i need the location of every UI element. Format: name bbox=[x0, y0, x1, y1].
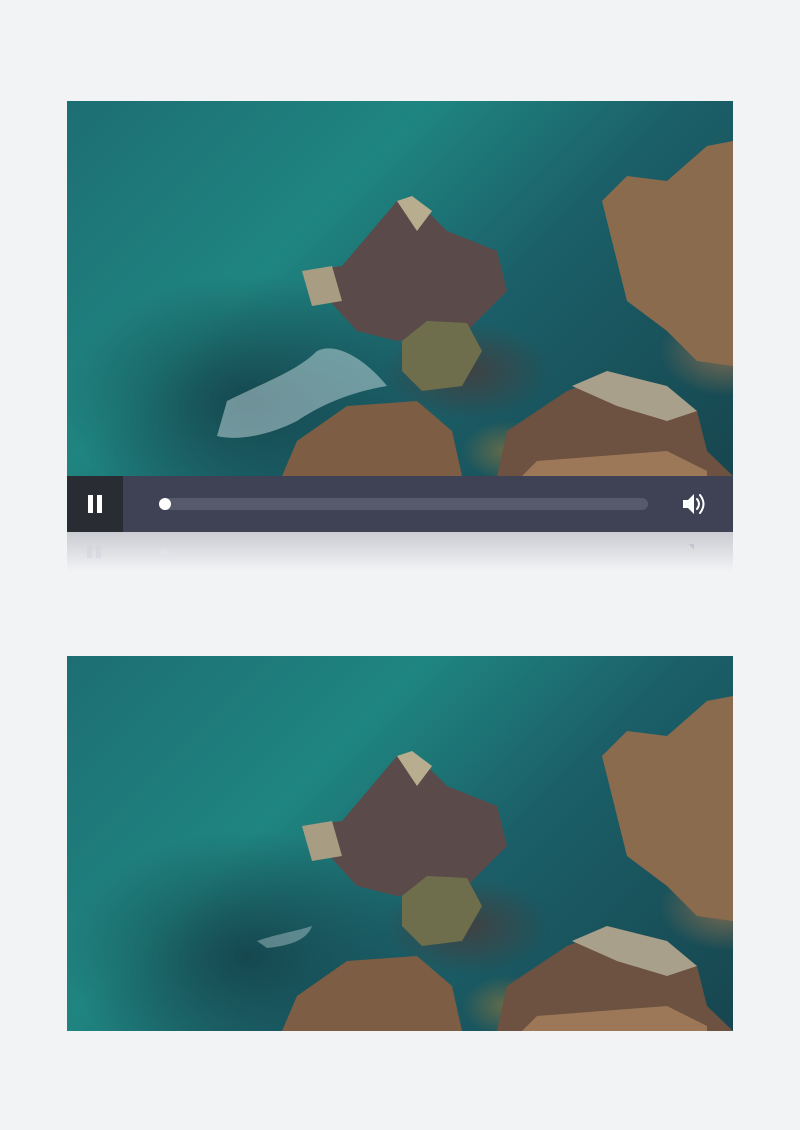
progress-track[interactable] bbox=[159, 498, 648, 510]
control-bar-reflection bbox=[67, 532, 733, 572]
video-scene-rocks bbox=[257, 696, 733, 1031]
video-scene-rocks bbox=[217, 141, 733, 476]
video-control-bar bbox=[67, 476, 733, 532]
volume-button[interactable] bbox=[679, 490, 709, 518]
pause-icon bbox=[88, 495, 102, 513]
progress-knob[interactable] bbox=[159, 498, 171, 510]
video-frame-bottom bbox=[67, 656, 733, 1031]
pause-button[interactable] bbox=[67, 476, 123, 532]
volume-icon bbox=[683, 494, 705, 514]
video-frame-top[interactable] bbox=[67, 101, 733, 476]
